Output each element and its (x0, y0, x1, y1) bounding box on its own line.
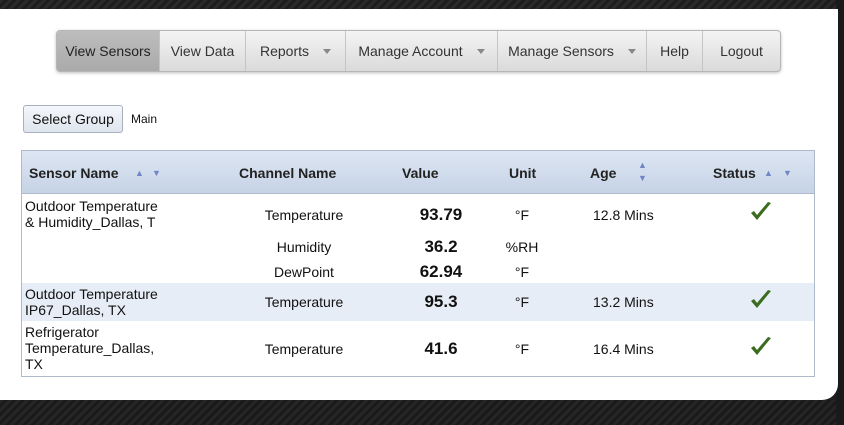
nav-view-data[interactable]: View Data (160, 31, 246, 71)
sort-up-icon[interactable]: ▲ (764, 168, 773, 178)
sensor-age: 13.2 Mins (593, 294, 654, 310)
table-row[interactable]: Outdoor Temperature IP67_Dallas, TX Temp… (22, 283, 814, 321)
nav-reports[interactable]: Reports (246, 31, 346, 71)
sensor-age: 16.4 Mins (593, 341, 654, 357)
channel-value: 36.2 (424, 237, 458, 256)
nav-manage-account[interactable]: Manage Account (346, 31, 498, 71)
sensor-name-line: TX (25, 356, 43, 372)
sensor-name-line: & Humidity_Dallas, T (25, 214, 156, 230)
channel-name: Temperature (264, 341, 344, 357)
channel-unit: °F (514, 294, 530, 310)
sort-up-icon[interactable]: ▲ (638, 160, 647, 170)
status-ok-check-icon (751, 202, 771, 220)
sensor-name-line: Temperature_Dallas, (25, 340, 155, 356)
sensor-age: 12.8 Mins (593, 207, 654, 223)
table-row[interactable]: Refrigerator Temperature_Dallas, TX Temp… (22, 321, 814, 376)
select-group-button[interactable]: Select Group (23, 105, 123, 133)
sensor-name[interactable]: Outdoor Temperature IP67_Dallas, TX (25, 286, 205, 318)
status-ok-check-icon (751, 290, 771, 308)
header-channel-name: Channel Name (239, 165, 337, 181)
dropdown-caret-icon (323, 48, 332, 54)
table-header: Sensor Name ▲ ▼ Channel Name Value Unit … (22, 151, 814, 194)
nav-help[interactable]: Help (647, 31, 703, 71)
status-ok-check-icon (751, 337, 771, 355)
header-sensor-name[interactable]: Sensor Name (29, 165, 118, 181)
channel-value: 62.94 (419, 262, 463, 281)
nav-view-sensors-label: View Sensors (65, 43, 151, 59)
channel-value: 95.3 (424, 292, 458, 311)
main-nav: View Sensors View Data Reports Manage Ac… (56, 30, 781, 72)
sensor-name-line: IP67_Dallas, TX (25, 302, 126, 318)
content-panel: View Sensors View Data Reports Manage Ac… (0, 9, 838, 400)
header-value: Value (402, 165, 439, 181)
dropdown-caret-icon (476, 48, 485, 54)
sort-up-icon[interactable]: ▲ (135, 168, 144, 178)
nav-manage-account-label: Manage Account (358, 43, 463, 59)
sensor-name[interactable]: Outdoor Temperature & Humidity_Dallas, T (25, 198, 205, 230)
sensor-name-line: Outdoor Temperature (25, 198, 158, 214)
channel-name: DewPoint (274, 264, 334, 280)
nav-manage-sensors-label: Manage Sensors (508, 43, 614, 59)
sort-down-icon[interactable]: ▼ (152, 168, 161, 178)
bottom-frame-border (0, 400, 844, 425)
dropdown-caret-icon (627, 48, 636, 54)
sort-down-icon[interactable]: ▼ (638, 173, 647, 183)
current-group-name: Main (131, 112, 158, 126)
channel-name: Temperature (264, 294, 344, 310)
channel-unit: °F (514, 207, 530, 223)
table-row[interactable]: Outdoor Temperature & Humidity_Dallas, T… (22, 195, 814, 283)
sensor-table: Sensor Name ▲ ▼ Channel Name Value Unit … (21, 150, 815, 377)
channel-name: Temperature (264, 207, 344, 223)
nav-view-sensors[interactable]: View Sensors (57, 31, 160, 71)
select-group-label: Select Group (32, 111, 114, 127)
channel-unit: °F (514, 264, 530, 280)
channel-unit: %RH (505, 239, 539, 255)
header-age[interactable]: Age (590, 165, 616, 181)
sort-down-icon[interactable]: ▼ (783, 168, 792, 178)
nav-logout[interactable]: Logout (703, 31, 780, 71)
header-unit: Unit (509, 165, 537, 181)
nav-view-data-label: View Data (170, 43, 235, 59)
channel-value: 93.79 (419, 205, 463, 224)
header-status[interactable]: Status (713, 165, 756, 181)
channel-value: 41.6 (424, 339, 458, 358)
channel-name: Humidity (276, 239, 332, 255)
nav-manage-sensors[interactable]: Manage Sensors (498, 31, 647, 71)
sensor-name-line: Refrigerator (25, 324, 99, 340)
sensor-name-line: Outdoor Temperature (25, 286, 158, 302)
nav-help-label: Help (660, 43, 689, 59)
channel-unit: °F (514, 341, 530, 357)
nav-logout-label: Logout (720, 43, 763, 59)
nav-reports-label: Reports (259, 43, 310, 59)
sensor-name[interactable]: Refrigerator Temperature_Dallas, TX (25, 324, 205, 372)
